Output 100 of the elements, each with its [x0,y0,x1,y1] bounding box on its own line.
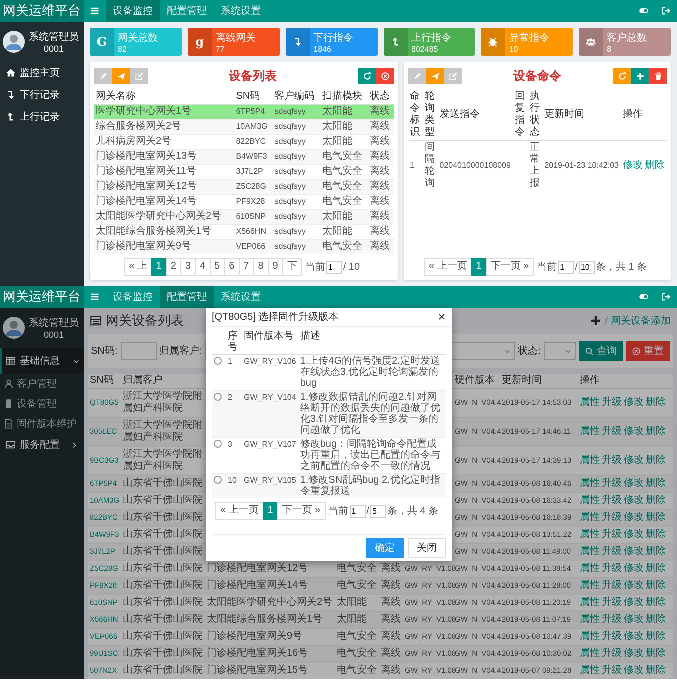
close-button[interactable] [438,313,446,321]
action-link[interactable]: 删除 [646,455,666,467]
action-link[interactable]: 属性 [580,512,600,524]
action-link[interactable]: 删除 [646,597,666,609]
action-link[interactable]: 属性 [580,580,600,592]
action-link[interactable]: 修改 [624,512,644,524]
nav-tab[interactable]: 系统设置 [214,0,268,22]
next-page-button[interactable]: 下一页 » [486,258,534,276]
delete-button[interactable] [649,68,667,84]
search-button[interactable]: 查询 [579,341,623,361]
nav-tab[interactable]: 系统设置 [214,286,268,308]
close-dialog-button[interactable]: 关闭 [408,538,446,558]
previous-page-button[interactable]: « 上一页 [215,502,264,520]
action-link[interactable]: 升级 [602,397,622,409]
next-page-button[interactable]: 下一页 » [277,502,326,520]
send-button[interactable] [112,68,130,84]
action-link[interactable]: 升级 [602,597,622,609]
next-page-button[interactable]: 下 [282,258,302,276]
action-link[interactable]: 修改 [624,546,644,558]
sidebar-item[interactable]: 监控主页 [0,62,84,84]
action-link[interactable]: 删除 [646,580,666,592]
action-link[interactable]: 删除 [646,631,666,643]
confirm-button[interactable]: 确定 [366,538,404,558]
action-link[interactable]: 修改 [624,397,644,409]
action-link[interactable]: 属性 [580,529,600,541]
radio-button[interactable] [214,440,222,448]
page-size-input[interactable]: 5 [370,504,386,518]
action-link[interactable]: 属性 [580,397,600,409]
action-link[interactable]: 删除 [646,614,666,626]
page-input[interactable]: 1 [326,260,342,274]
previous-page-button[interactable]: « 上一页 [424,258,472,276]
action-link[interactable]: 修改 [624,580,644,592]
page-size-input[interactable]: 10 [578,260,595,274]
menu-icon[interactable] [90,292,100,302]
sn-field[interactable] [120,342,157,360]
action-link[interactable]: 修改 [624,597,644,609]
toggle-icon[interactable] [639,6,649,16]
action-link[interactable]: 删除 [646,529,666,541]
action-link[interactable]: 删除 [646,563,666,575]
nav-tab[interactable]: 设备监控 [106,0,160,22]
action-link[interactable]: 升级 [602,631,622,643]
action-link[interactable]: 修改 [624,648,644,660]
radio-button[interactable] [214,393,222,401]
action-link[interactable]: 升级 [602,478,622,490]
action-link[interactable]: 修改 [624,563,644,575]
refresh-button[interactable] [613,68,631,84]
table-row[interactable]: 综合服务楼网关2号 10AM3G sdsqfsyy 太阳能 离线 [94,120,394,134]
action-link[interactable]: 修改 [624,478,644,490]
action-link[interactable]: 属性 [580,648,600,660]
table-row[interactable]: 太阳能医学研究中心网关2号 610SNP sdsqfsyy 太阳能 离线 [94,210,394,224]
action-link[interactable]: 修改 [624,631,644,643]
nav-tab[interactable]: 配置管理 [160,286,214,308]
menu-icon[interactable] [90,6,100,16]
sidebar-subitem[interactable]: 客户管理 [0,374,84,394]
action-link[interactable]: 升级 [602,512,622,524]
edit-button[interactable] [444,68,462,84]
action-link[interactable]: 删除 [646,478,666,490]
action-link[interactable]: 升级 [602,648,622,660]
table-row[interactable]: 门诊楼配电室网关13号 B4W9F3 sdsqfsyy 电气安全 离线 [94,150,394,164]
table-row[interactable]: 医学研究中心网关1号 6TP5P4 sdsqfsyy 太阳能 离线 [94,104,394,120]
action-link[interactable]: 属性 [580,546,600,558]
add-gateway-link[interactable]: 网关设备添加 [611,314,671,328]
radio-button[interactable] [214,357,222,365]
action-link[interactable]: 升级 [602,426,622,438]
action-link[interactable]: 属性 [580,426,600,438]
reset-button[interactable]: 重置 [626,341,670,361]
nav-tab[interactable]: 配置管理 [160,0,214,22]
action-link[interactable]: 修改 [624,455,644,467]
action-link[interactable]: 修改 [624,529,644,541]
action-link[interactable]: 删除 [646,426,666,438]
page-input[interactable]: 1 [558,260,574,274]
action-link[interactable]: 删除 [644,160,665,172]
action-link[interactable]: 删除 [646,397,666,409]
action-link[interactable]: 删除 [646,546,666,558]
action-link[interactable]: 属性 [580,597,600,609]
action-link[interactable]: 升级 [602,665,622,677]
action-link[interactable]: 属性 [580,455,600,467]
table-row[interactable]: 门诊楼配电室网关12号 Z5C28G sdsqfsyy 电气安全 离线 [94,180,394,194]
action-link[interactable]: 删除 [646,512,666,524]
sidebar-item[interactable]: 上行记录 [0,106,84,128]
action-link[interactable]: 修改 [622,160,643,172]
page-button[interactable]: 1 [151,258,167,276]
logout-icon[interactable] [661,6,671,16]
action-link[interactable]: 修改 [624,495,644,507]
action-link[interactable]: 修改 [624,426,644,438]
page-button[interactable]: 3 [180,258,196,276]
nav-tab[interactable]: 设备监控 [106,286,160,308]
action-link[interactable]: 升级 [602,580,622,592]
page-button[interactable]: 1 [471,258,487,276]
table-row[interactable]: 门诊楼配电室网关9号 VEP066 sdsqfsyy 电气安全 离线 [94,240,394,254]
radio-button[interactable] [214,476,222,484]
logout-icon[interactable] [661,292,671,302]
action-link[interactable]: 升级 [602,529,622,541]
toggle-icon[interactable] [639,292,649,302]
sidebar-item[interactable]: 下行记录 [0,84,84,106]
page-input[interactable]: 1 [350,504,366,518]
sidebar-subitem[interactable]: 设备管理 [0,394,84,414]
action-link[interactable]: 升级 [602,614,622,626]
action-link[interactable]: 升级 [602,563,622,575]
action-link[interactable]: 删除 [646,495,666,507]
